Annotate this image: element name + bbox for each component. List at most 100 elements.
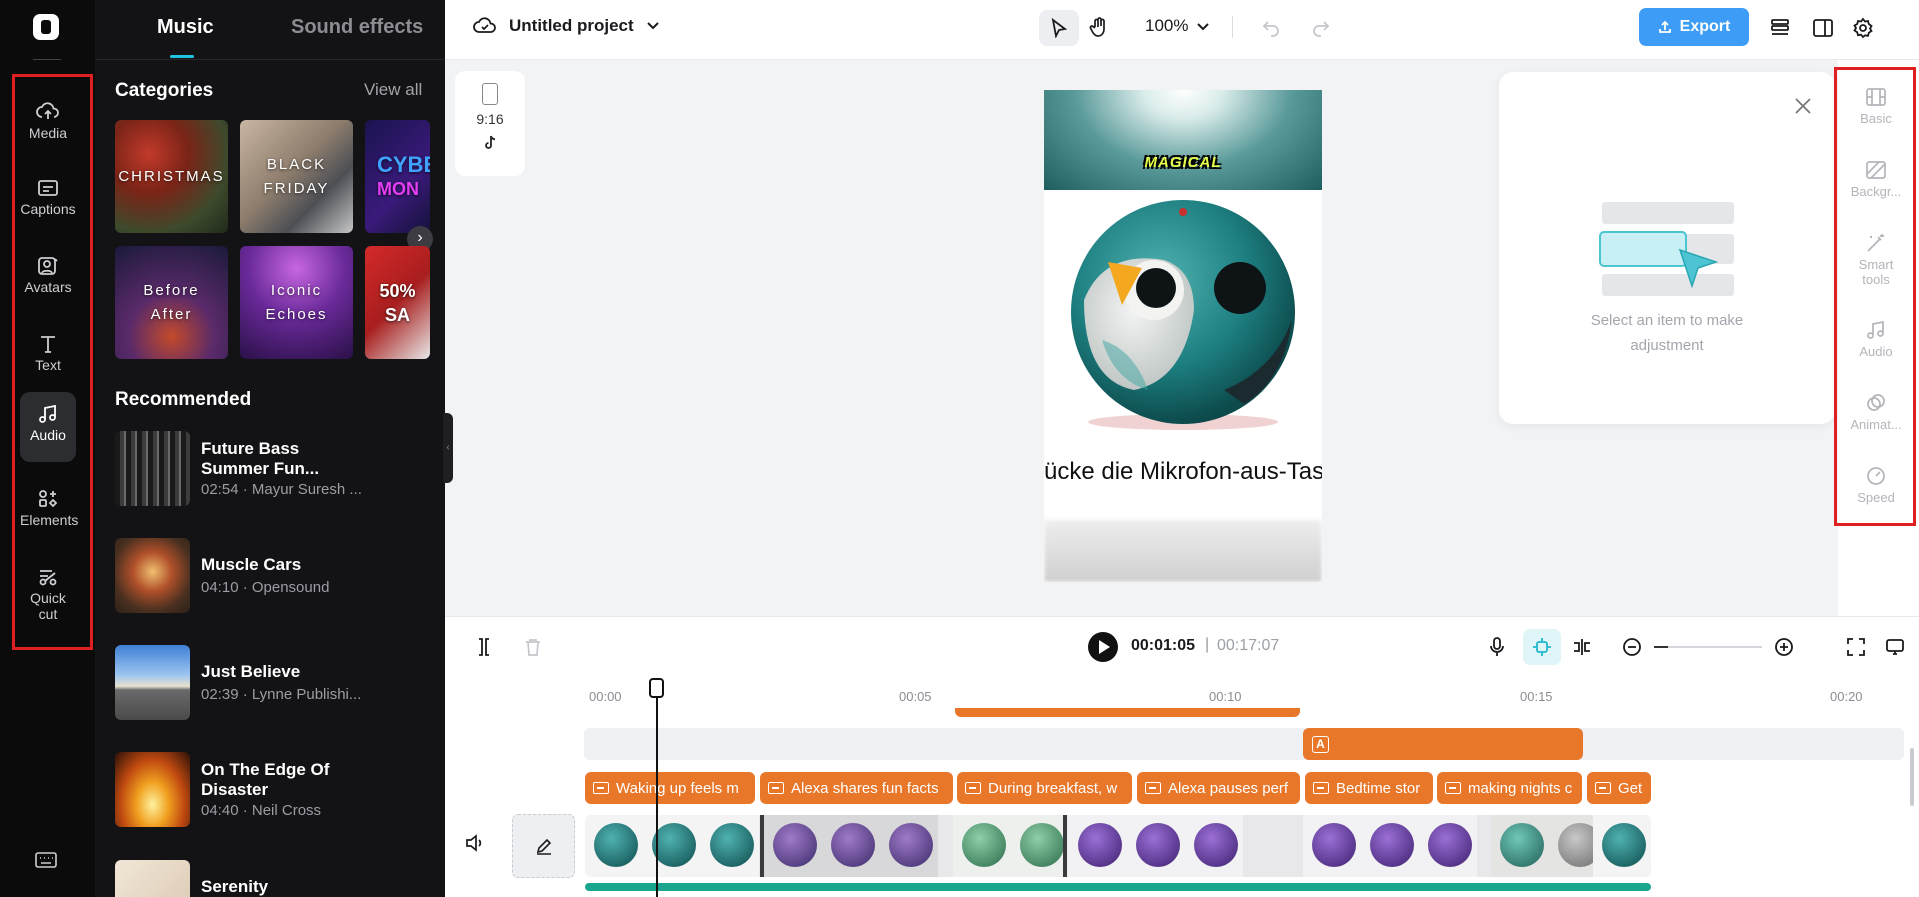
category-christmas[interactable]: CHRISTMAS [115,120,228,233]
cloud-sync-icon [473,17,496,33]
ruler-tick: 00:00 [589,689,622,704]
main-video-track[interactable] [585,815,1651,877]
text-clip-label: A [1312,735,1329,753]
layout-toggle-button[interactable] [1803,10,1843,46]
video-frame [1419,815,1477,877]
zoom-out-button[interactable] [1620,635,1644,659]
rr-item-basic[interactable]: Basic [1838,87,1914,126]
timeline-toolbar: 00:01:05 | 00:17:07 [445,617,1919,677]
video-frame [764,815,822,877]
split-button[interactable] [472,635,496,659]
video-frame [1303,815,1361,877]
rail-item-media[interactable]: Media [20,88,76,158]
track-thumbnail [115,752,190,827]
timeline-zoom-slider[interactable] [1654,646,1762,648]
layers-button[interactable] [1760,10,1800,46]
aspect-ratio-button[interactable]: 9:16 [455,71,525,176]
category-black-friday[interactable]: BLACK FRIDAY [240,120,353,233]
track-volume-button[interactable] [465,834,485,857]
rr-item-animation[interactable]: Animat... [1838,393,1914,432]
ai-detect-button[interactable] [1523,629,1561,665]
category-before-after[interactable]: Before After [115,246,228,359]
speaker-icon [466,834,482,852]
view-all-link[interactable]: View all [364,80,422,100]
play-button[interactable] [1088,632,1118,662]
text-clip[interactable]: A [1303,728,1583,760]
rail-item-quick-cut[interactable]: Quick cut [20,555,76,635]
rr-item-audio[interactable]: Audio [1838,320,1914,359]
caption-clip-text: Waking up feels m [616,779,739,797]
rail-item-text[interactable]: Text [20,322,76,392]
rail-item-captions[interactable]: Captions [20,166,76,236]
video-preview[interactable]: MAGICAL rücke die Mikrofon-aus-Tast [1044,90,1322,582]
caption-clip-text: Get [1618,779,1643,797]
rr-label-basic: Basic [1860,111,1892,126]
category-sale[interactable]: 50% SA [365,246,430,359]
track-item[interactable]: Serenity [115,860,435,897]
export-button[interactable]: Export [1639,8,1749,46]
undo-button[interactable] [1251,10,1291,46]
caption-clip[interactable]: Waking up feels m [585,772,755,804]
video-frame [643,815,701,877]
playhead-line [656,680,658,897]
delete-button[interactable] [521,635,545,659]
rail-item-elements[interactable]: Elements [20,477,78,547]
settings-button[interactable] [1843,10,1883,46]
track-item[interactable]: Just Believe 02:39 · Lynne Publishi... [115,645,435,721]
project-title: Untitled project [509,16,634,35]
rr-item-speed[interactable]: Speed [1838,466,1914,505]
cover-edit-button[interactable] [512,814,575,878]
chevron-down-icon [646,22,659,30]
text-icon [41,336,55,353]
rail-item-avatars[interactable]: Avatars [20,244,76,314]
tab-sound-effects[interactable]: Sound effects [291,16,423,39]
track-item[interactable]: On The Edge Of Disaster 04:40 · Neil Cro… [115,752,435,828]
caption-clip[interactable]: Bedtime stor [1305,772,1433,804]
panel-collapse-handle[interactable]: ‹ [443,413,453,483]
category-cyber-monday[interactable]: CYBEMON [365,120,430,233]
audio-clip-top[interactable] [955,708,1300,717]
microphone-button[interactable] [1485,635,1509,659]
category-iconic-echoes[interactable]: Iconic Echoes [240,246,353,359]
caption-clip[interactable]: Get [1587,772,1651,804]
rail-label-cut: cut [38,606,58,622]
zoom-dropdown[interactable]: 100% [1145,16,1209,36]
caption-clip[interactable]: During breakfast, w [957,772,1132,804]
export-label: Export [1679,18,1731,35]
track-item[interactable]: Muscle Cars 04:10 · Opensound [115,538,435,614]
rr-item-background[interactable]: Backgr... [1838,160,1914,199]
category-label: Before [143,281,200,299]
rail-item-audio[interactable]: Audio [20,392,76,462]
redo-button[interactable] [1301,10,1341,46]
hand-tool-button[interactable] [1079,10,1119,46]
close-icon[interactable] [1793,96,1813,121]
category-label-line2: SA [384,304,410,325]
caption-clip[interactable]: Alexa shares fun facts [760,772,953,804]
track-item[interactable]: Future Bass Summer Fun... 02:54 · Mayur … [115,431,435,507]
timeline-vertical-scrollbar[interactable] [1910,748,1914,806]
rr-label-tools: tools [1862,272,1890,287]
rr-item-smart-tools[interactable]: Smart tools [1838,233,1914,287]
track-meta: 04:40 · Neil Cross [201,802,322,819]
keyboard-shortcuts-icon[interactable] [35,852,57,873]
tab-music[interactable]: Music [157,16,214,39]
caption-clip[interactable]: making nights c [1437,772,1582,804]
toolbar-separator [1232,16,1233,38]
snap-button[interactable] [1570,635,1594,659]
timeline-ruler[interactable]: 00:00 00:05 00:10 00:15 00:20 [445,677,1919,707]
caption-clip-icon [768,782,784,794]
cursor-arrow-icon [1051,18,1068,38]
monitor-icon [1886,639,1904,655]
basic-icon [1866,88,1886,106]
playhead-handle[interactable] [649,678,664,698]
audio-track[interactable] [585,883,1651,891]
ruler-tick: 00:20 [1830,689,1863,704]
caption-clip[interactable]: Alexa pauses perf [1137,772,1300,804]
scissors-icon [39,570,57,586]
select-tool-button[interactable] [1039,10,1079,46]
project-menu[interactable]: Untitled project [473,16,660,36]
fit-timeline-button[interactable] [1844,635,1868,659]
app-logo[interactable] [33,14,59,40]
captions-preview-button[interactable] [1883,635,1907,659]
zoom-in-button[interactable] [1772,635,1796,659]
